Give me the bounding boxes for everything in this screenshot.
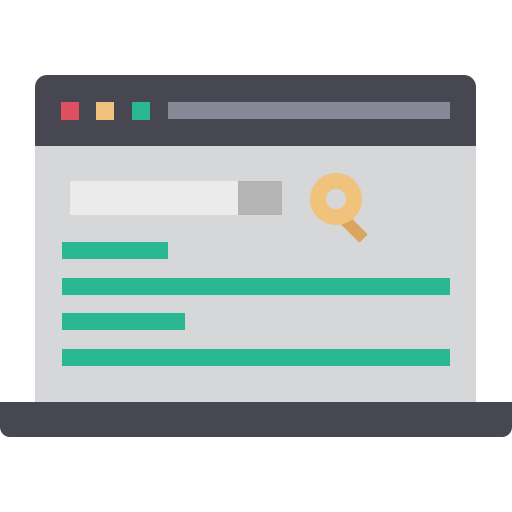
magnifier-glass [326, 189, 346, 209]
browser-titlebar [35, 75, 476, 146]
laptop-base [0, 402, 512, 437]
result-line-2[interactable] [62, 278, 450, 295]
search-button[interactable] [238, 181, 282, 215]
magnifier-icon[interactable] [305, 173, 381, 245]
browser-window [35, 75, 476, 402]
laptop-illustration [0, 0, 512, 512]
address-bar[interactable] [168, 102, 450, 119]
result-line-1[interactable] [62, 242, 168, 259]
close-icon[interactable] [61, 102, 79, 120]
maximize-icon[interactable] [132, 102, 150, 120]
minimize-icon[interactable] [96, 102, 114, 120]
search-input[interactable] [70, 181, 240, 215]
result-line-3[interactable] [62, 313, 185, 330]
result-line-4[interactable] [62, 349, 450, 366]
